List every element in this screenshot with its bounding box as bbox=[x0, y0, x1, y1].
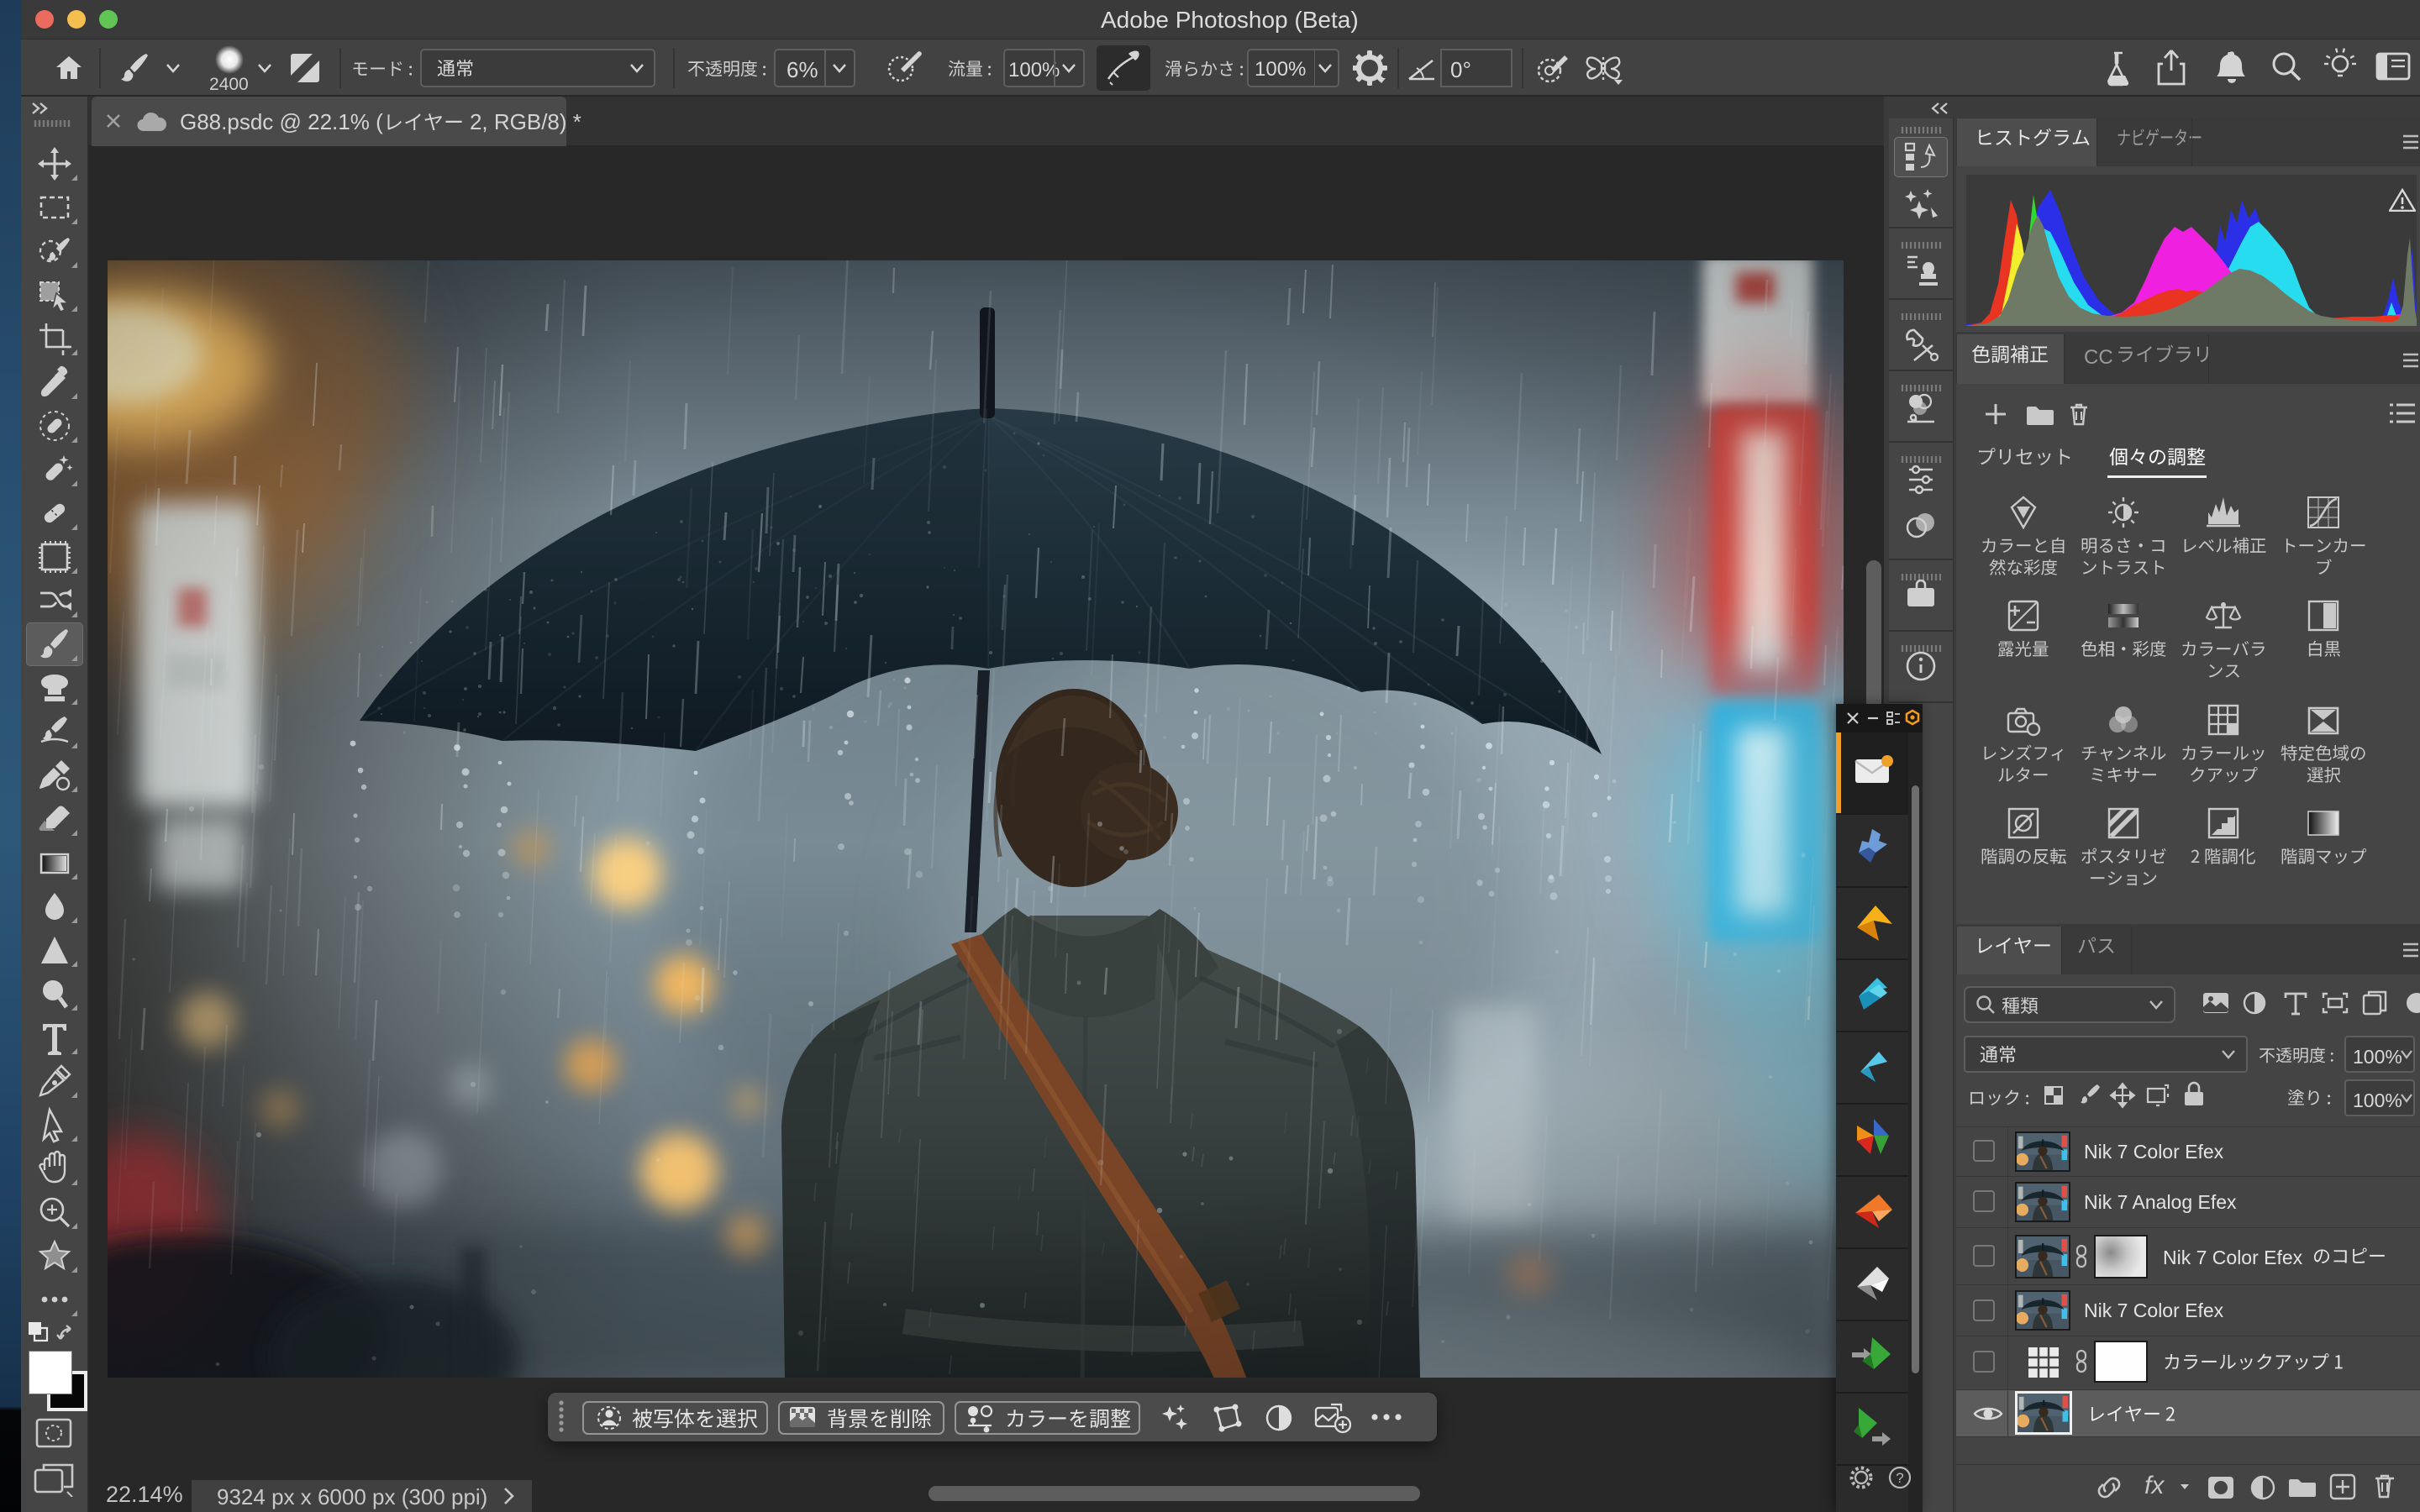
svg-text:?: ? bbox=[1896, 1470, 1903, 1486]
